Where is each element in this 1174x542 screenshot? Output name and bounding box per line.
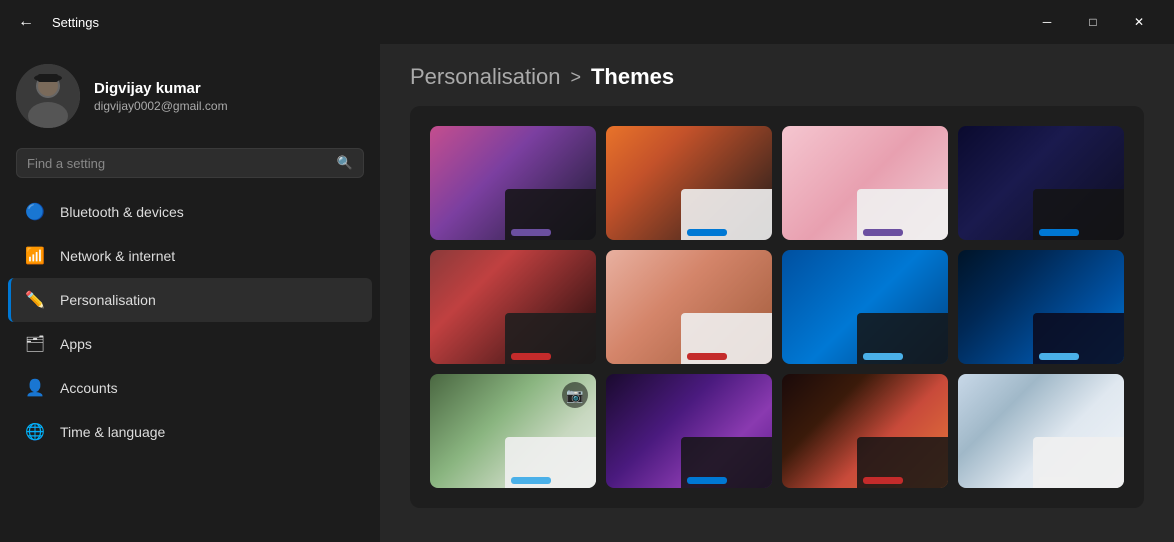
theme-taskbar-11: [857, 437, 948, 488]
search-icon: 🔍: [337, 155, 353, 171]
theme-preview-5: [430, 250, 596, 364]
content-area: Personalisation > Themes: [380, 44, 1174, 542]
theme-accent-4: [1039, 229, 1079, 236]
search-input[interactable]: [27, 156, 329, 171]
theme-preview-8: [958, 250, 1124, 364]
user-info: Digvijay kumar digvijay0002@gmail.com: [94, 80, 228, 113]
nav-label-accounts: Accounts: [60, 380, 118, 396]
minimize-button[interactable]: ─: [1024, 6, 1070, 38]
search-container: 🔍: [0, 144, 380, 190]
nav-icon-time: 🌐: [24, 421, 46, 443]
theme-card-8[interactable]: [958, 250, 1124, 364]
nav-label-network: Network & internet: [60, 248, 175, 264]
theme-preview-10: [606, 374, 772, 488]
theme-taskbar-1: [505, 189, 596, 240]
theme-accent-3: [863, 229, 903, 236]
theme-accent-12: [1039, 477, 1079, 484]
breadcrumb-parent: Personalisation: [410, 64, 560, 90]
sidebar-item-accounts[interactable]: 👤 Accounts: [8, 366, 372, 410]
avatar-image: [16, 64, 80, 128]
theme-preview-4: [958, 126, 1124, 240]
theme-taskbar-2: [681, 189, 772, 240]
themes-grid: 📷: [430, 126, 1124, 488]
nav-icon-bluetooth: 🔵: [24, 201, 46, 223]
breadcrumb: Personalisation > Themes: [380, 44, 1174, 106]
window-controls: ─ □ ✕: [1024, 6, 1162, 38]
sidebar: Digvijay kumar digvijay0002@gmail.com 🔍 …: [0, 44, 380, 542]
back-icon: ←: [18, 13, 34, 31]
nav-icon-personalisation: ✏️: [24, 289, 46, 311]
sidebar-item-time[interactable]: 🌐 Time & language: [8, 410, 372, 454]
nav-label-personalisation: Personalisation: [60, 292, 156, 308]
theme-preview-6: [606, 250, 772, 364]
theme-card-7[interactable]: [782, 250, 948, 364]
close-button[interactable]: ✕: [1116, 6, 1162, 38]
avatar: [16, 64, 80, 128]
nav-label-time: Time & language: [60, 424, 165, 440]
nav-icon-accounts: 👤: [24, 377, 46, 399]
theme-preview-11: [782, 374, 948, 488]
theme-card-4[interactable]: [958, 126, 1124, 240]
theme-accent-7: [863, 353, 903, 360]
theme-card-1[interactable]: [430, 126, 596, 240]
nav-label-bluetooth: Bluetooth & devices: [60, 204, 184, 220]
theme-taskbar-9: [505, 437, 596, 488]
theme-accent-1: [511, 229, 551, 236]
theme-taskbar-5: [505, 313, 596, 364]
theme-preview-2: [606, 126, 772, 240]
camera-icon: 📷: [562, 382, 588, 408]
theme-accent-6: [687, 353, 727, 360]
theme-preview-3: [782, 126, 948, 240]
theme-card-10[interactable]: [606, 374, 772, 488]
titlebar: ← Settings ─ □ ✕: [0, 0, 1174, 44]
sidebar-item-bluetooth[interactable]: 🔵 Bluetooth & devices: [8, 190, 372, 234]
app-title: Settings: [52, 15, 99, 30]
main-layout: Digvijay kumar digvijay0002@gmail.com 🔍 …: [0, 44, 1174, 542]
nav-icon-apps: 🗂: [24, 333, 46, 355]
search-box: 🔍: [16, 148, 364, 178]
theme-preview-1: [430, 126, 596, 240]
theme-card-11[interactable]: [782, 374, 948, 488]
theme-accent-10: [687, 477, 727, 484]
nav-icon-network: 📶: [24, 245, 46, 267]
sidebar-item-network[interactable]: 📶 Network & internet: [8, 234, 372, 278]
theme-accent-8: [1039, 353, 1079, 360]
theme-accent-9: [511, 477, 551, 484]
theme-card-3[interactable]: [782, 126, 948, 240]
theme-card-2[interactable]: [606, 126, 772, 240]
theme-card-12[interactable]: [958, 374, 1124, 488]
themes-scroll-container: 📷: [380, 106, 1174, 542]
theme-taskbar-10: [681, 437, 772, 488]
back-button[interactable]: ←: [12, 8, 40, 36]
breadcrumb-current: Themes: [591, 64, 674, 90]
sidebar-item-personalisation[interactable]: ✏️ Personalisation: [8, 278, 372, 322]
theme-taskbar-4: [1033, 189, 1124, 240]
theme-card-6[interactable]: [606, 250, 772, 364]
theme-card-9[interactable]: 📷: [430, 374, 596, 488]
theme-taskbar-6: [681, 313, 772, 364]
theme-accent-5: [511, 353, 551, 360]
breadcrumb-separator: >: [570, 67, 581, 88]
theme-taskbar-7: [857, 313, 948, 364]
sidebar-item-apps[interactable]: 🗂 Apps: [8, 322, 372, 366]
theme-card-5[interactable]: [430, 250, 596, 364]
theme-preview-7: [782, 250, 948, 364]
titlebar-left: ← Settings: [12, 8, 99, 36]
theme-accent-11: [863, 477, 903, 484]
user-email: digvijay0002@gmail.com: [94, 99, 228, 113]
theme-preview-12: [958, 374, 1124, 488]
maximize-button[interactable]: □: [1070, 6, 1116, 38]
theme-preview-9: 📷: [430, 374, 596, 488]
theme-taskbar-8: [1033, 313, 1124, 364]
theme-taskbar-12: [1033, 437, 1124, 488]
theme-accent-2: [687, 229, 727, 236]
themes-panel: 📷: [410, 106, 1144, 508]
user-profile[interactable]: Digvijay kumar digvijay0002@gmail.com: [0, 44, 380, 144]
theme-taskbar-3: [857, 189, 948, 240]
nav-label-apps: Apps: [60, 336, 92, 352]
sidebar-nav: 🔵 Bluetooth & devices 📶 Network & intern…: [0, 190, 380, 454]
user-name: Digvijay kumar: [94, 80, 228, 97]
